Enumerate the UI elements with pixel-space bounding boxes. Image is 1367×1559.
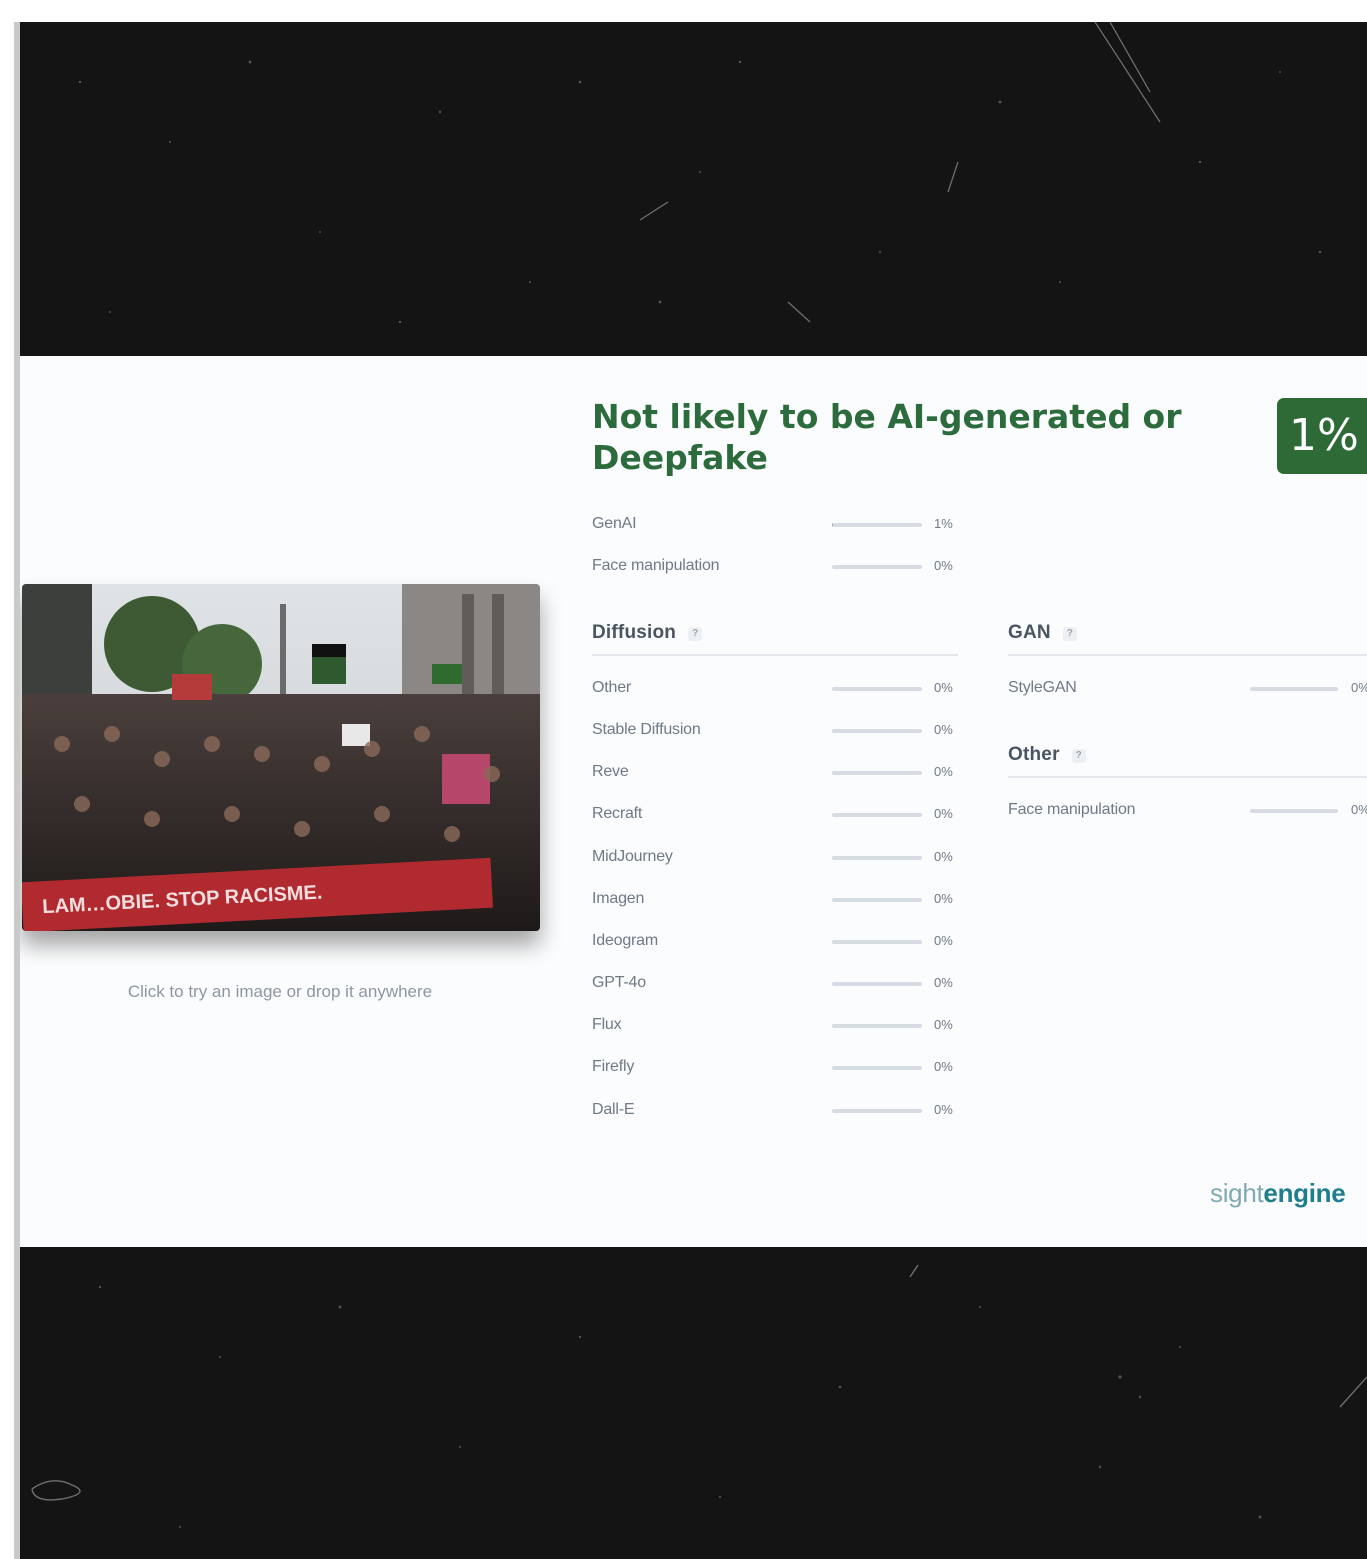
- overall-score-badge: 1%: [1277, 398, 1367, 474]
- diffusion-row: GPT-4o 0%: [592, 972, 972, 996]
- score-bar: [832, 856, 922, 860]
- row-label: Reve: [592, 763, 629, 780]
- row-value: 0%: [934, 764, 953, 779]
- diffusion-row: Dall-E 0%: [592, 1099, 972, 1123]
- other-row-face-manipulation: Face manipulation 0%: [1008, 799, 1367, 823]
- row-value: 0%: [934, 722, 953, 737]
- score-bar: [832, 523, 922, 527]
- top-dark-background: [20, 22, 1367, 356]
- row-label: Firefly: [592, 1058, 635, 1075]
- row-value: 0%: [934, 891, 953, 906]
- verdict-heading: Not likely to be AI-generated or Deepfak…: [592, 397, 1182, 477]
- score-bar: [832, 940, 922, 944]
- section-header-other: Other?: [1008, 744, 1367, 778]
- row-label: StyleGAN: [1008, 679, 1077, 696]
- row-value: 0%: [934, 1102, 953, 1117]
- row-value: 0%: [934, 1017, 953, 1032]
- diffusion-row: MidJourney 0%: [592, 846, 972, 870]
- diffusion-row: Reve 0%: [592, 761, 972, 785]
- row-value: 0%: [1351, 802, 1367, 817]
- summary-row-genai: GenAI 1%: [592, 513, 972, 537]
- summary-row-face-manipulation: Face manipulation 0%: [592, 555, 972, 579]
- sightengine-logo[interactable]: sightengine: [1210, 1178, 1346, 1209]
- row-label: Face manipulation: [592, 557, 720, 574]
- row-value: 0%: [1351, 680, 1367, 695]
- row-label: Stable Diffusion: [592, 721, 701, 738]
- help-icon[interactable]: ?: [1062, 627, 1077, 641]
- row-label: Flux: [592, 1016, 622, 1033]
- row-value: 0%: [934, 849, 953, 864]
- diffusion-row: Stable Diffusion 0%: [592, 719, 972, 743]
- row-label: MidJourney: [592, 848, 673, 865]
- row-value: 0%: [934, 1059, 953, 1074]
- row-label: GPT-4o: [592, 974, 646, 991]
- row-label: Ideogram: [592, 932, 658, 949]
- score-bar: [832, 771, 922, 775]
- row-value: 0%: [934, 975, 953, 990]
- detection-result-panel: LAM…OBIE. STOP RACISME. Click to try an …: [20, 356, 1367, 1247]
- uploaded-image-preview[interactable]: LAM…OBIE. STOP RACISME.: [22, 584, 540, 931]
- score-bar: [832, 1066, 922, 1070]
- upload-hint[interactable]: Click to try an image or drop it anywher…: [20, 982, 540, 1002]
- score-bar: [832, 687, 922, 691]
- score-bar: [832, 565, 922, 569]
- diffusion-row: Imagen 0%: [592, 888, 972, 912]
- row-label: Recraft: [592, 805, 643, 822]
- row-value: 0%: [934, 933, 953, 948]
- row-value: 0%: [934, 680, 953, 695]
- diffusion-row: Flux 0%: [592, 1014, 972, 1038]
- row-label: Face manipulation: [1008, 801, 1136, 818]
- row-value: 0%: [934, 558, 953, 573]
- help-icon[interactable]: ?: [688, 627, 703, 641]
- score-bar: [832, 729, 922, 733]
- score-bar: [832, 813, 922, 817]
- row-label: Imagen: [592, 890, 645, 907]
- diffusion-row: Recraft 0%: [592, 803, 972, 827]
- row-label: Other: [592, 679, 632, 696]
- section-header-gan: GAN?: [1008, 622, 1367, 656]
- row-label: Dall-E: [592, 1101, 635, 1118]
- section-header-diffusion: Diffusion?: [592, 622, 958, 656]
- row-value: 1%: [934, 516, 953, 531]
- score-bar: [832, 1024, 922, 1028]
- score-bar: [832, 982, 922, 986]
- diffusion-row: Ideogram 0%: [592, 930, 972, 954]
- diffusion-row: Other 0%: [592, 677, 972, 701]
- score-bar: [832, 1109, 922, 1113]
- row-label: GenAI: [592, 515, 637, 532]
- bottom-dark-background: [20, 1247, 1367, 1559]
- help-icon[interactable]: ?: [1071, 749, 1086, 763]
- score-bar: [832, 898, 922, 902]
- row-value: 0%: [934, 806, 953, 821]
- diffusion-row: Firefly 0%: [592, 1056, 972, 1080]
- score-bar: [1250, 687, 1338, 691]
- score-bar: [1250, 809, 1338, 813]
- gan-row-stylegan: StyleGAN 0%: [1008, 677, 1367, 701]
